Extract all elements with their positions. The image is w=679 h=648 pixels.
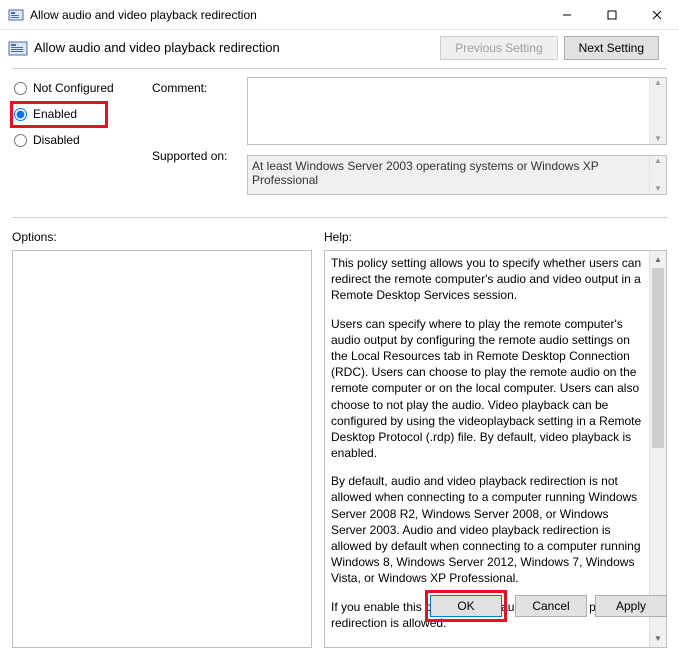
next-setting-button[interactable]: Next Setting [564, 36, 659, 60]
radio-label: Enabled [33, 107, 77, 121]
close-button[interactable] [634, 0, 679, 29]
comment-field-wrap: ▲▼ [247, 77, 667, 145]
radio-enabled[interactable]: Enabled [12, 107, 152, 121]
radio-label: Not Configured [33, 81, 114, 95]
minimize-button[interactable] [544, 0, 589, 29]
help-panel: This policy setting allows you to specif… [324, 250, 667, 648]
header-title: Allow audio and video playback redirecti… [34, 36, 440, 55]
radio-enabled-input[interactable] [14, 108, 27, 121]
header: Allow audio and video playback redirecti… [0, 30, 679, 64]
divider [12, 217, 667, 218]
comment-field[interactable] [248, 78, 649, 144]
help-text: This policy setting allows you to specif… [325, 251, 649, 647]
cancel-button[interactable]: Cancel [515, 595, 587, 617]
comment-label: Comment: [152, 77, 247, 95]
previous-setting-button: Previous Setting [440, 36, 557, 60]
scroll-thumb[interactable] [652, 268, 664, 448]
supported-field [248, 156, 649, 194]
help-label: Help: [324, 230, 667, 244]
options-label: Options: [12, 230, 312, 244]
scrollbar[interactable]: ▲ ▼ [649, 251, 666, 647]
scroll-up-icon[interactable]: ▲ [650, 251, 666, 268]
highlight-ok: OK [425, 590, 507, 622]
titlebar: Allow audio and video playback redirecti… [0, 0, 679, 30]
scrollbar[interactable]: ▲▼ [649, 156, 666, 194]
radio-disabled-input[interactable] [14, 134, 27, 147]
supported-label: Supported on: [152, 145, 247, 163]
scrollbar[interactable]: ▲▼ [649, 78, 666, 144]
radio-label: Disabled [33, 133, 80, 147]
radio-not-configured-input[interactable] [14, 82, 27, 95]
help-paragraph: Users can specify where to play the remo… [331, 316, 643, 462]
help-paragraph: By default, audio and video playback red… [331, 473, 643, 586]
radio-not-configured[interactable]: Not Configured [12, 81, 152, 95]
window-title: Allow audio and video playback redirecti… [30, 8, 544, 22]
footer: OK Cancel Apply [425, 590, 667, 622]
ok-button[interactable]: OK [430, 595, 502, 617]
supported-field-wrap: ▲▼ [247, 155, 667, 195]
apply-button[interactable]: Apply [595, 595, 667, 617]
options-panel [12, 250, 312, 648]
policy-icon [8, 38, 28, 58]
scroll-down-icon[interactable]: ▼ [650, 630, 666, 647]
state-radios: Not Configured Enabled Disabled [12, 77, 152, 213]
policy-icon [8, 7, 24, 23]
help-paragraph: This policy setting allows you to specif… [331, 255, 643, 304]
maximize-button[interactable] [589, 0, 634, 29]
radio-disabled[interactable]: Disabled [12, 133, 152, 147]
divider [12, 68, 667, 69]
